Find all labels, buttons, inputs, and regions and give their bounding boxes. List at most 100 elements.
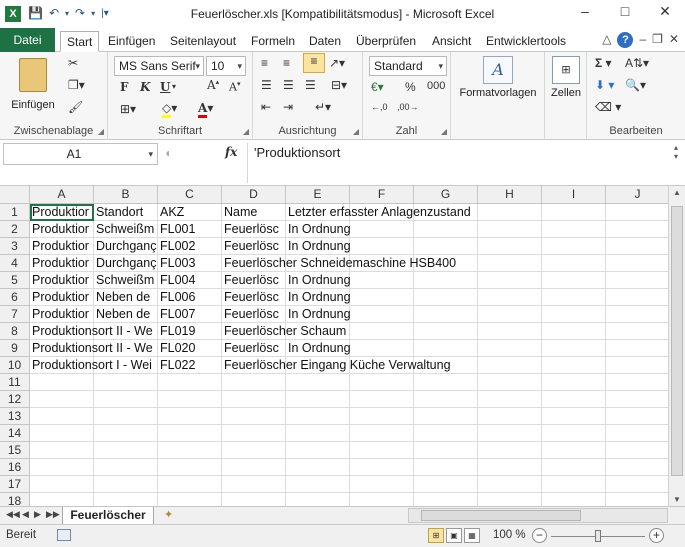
bold-icon[interactable]: F — [120, 80, 129, 94]
grow-font-icon[interactable]: A▴ — [207, 78, 219, 92]
cell-g6[interactable] — [414, 289, 478, 306]
cell-c2[interactable]: FL001 — [158, 221, 222, 238]
cell-h2[interactable] — [478, 221, 542, 238]
cell-b17[interactable] — [94, 476, 158, 493]
cell-c4[interactable]: FL003 — [158, 255, 222, 272]
chevron-down-icon[interactable]: ▾ — [148, 144, 153, 164]
tab-datei[interactable]: Datei — [0, 28, 55, 52]
cell-i4[interactable] — [542, 255, 606, 272]
cell-c7[interactable]: FL007 — [158, 306, 222, 323]
cell-i15[interactable] — [542, 442, 606, 459]
normal-view-icon[interactable]: ⊞ — [428, 528, 444, 543]
cell-b16[interactable] — [94, 459, 158, 476]
cell-d1[interactable]: Name — [222, 204, 286, 221]
column-header-j[interactable]: J — [606, 186, 668, 204]
column-header-b[interactable]: B — [94, 186, 158, 204]
cell-i8[interactable] — [542, 323, 606, 340]
format-painter-icon[interactable]: 🖌 — [68, 100, 83, 114]
cell-h7[interactable] — [478, 306, 542, 323]
cell-g9[interactable] — [414, 340, 478, 357]
font-color-icon[interactable]: A▾ — [198, 101, 213, 118]
row-header[interactable]: 18 — [0, 493, 30, 506]
row-header[interactable]: 14 — [0, 425, 30, 442]
select-all-corner[interactable] — [0, 186, 30, 204]
clear-icon[interactable]: ⌫ ▾ — [595, 100, 621, 114]
cell-a8[interactable]: Produktionsort II - We — [30, 323, 153, 340]
column-header-g[interactable]: G — [414, 186, 478, 204]
vertical-scroll-thumb[interactable] — [671, 206, 683, 476]
cell-g18[interactable] — [414, 493, 478, 506]
cut-icon[interactable]: ✂ — [68, 56, 78, 70]
cell-e17[interactable] — [286, 476, 350, 493]
cell-c11[interactable] — [158, 374, 222, 391]
doc-minimize-icon[interactable]: – — [639, 32, 646, 48]
cell-f3[interactable] — [350, 238, 414, 255]
italic-icon[interactable]: K — [140, 80, 150, 94]
cell-c5[interactable]: FL004 — [158, 272, 222, 289]
increase-decimal-icon[interactable]: ←,0 — [371, 102, 388, 112]
align-middle-icon[interactable]: ≡ — [283, 56, 290, 70]
horizontal-scrollbar[interactable] — [408, 508, 668, 523]
cell-a14[interactable] — [30, 425, 94, 442]
zoom-level[interactable]: 100 % — [493, 529, 526, 541]
column-header-e[interactable]: E — [286, 186, 350, 204]
cell-f6[interactable] — [350, 289, 414, 306]
row-header[interactable]: 10 — [0, 357, 30, 374]
cell-d11[interactable] — [222, 374, 286, 391]
cell-a17[interactable] — [30, 476, 94, 493]
thousands-separator-icon[interactable]: 000 — [427, 80, 445, 92]
cell-b7[interactable]: Neben de — [94, 306, 158, 323]
cell-d13[interactable] — [222, 408, 286, 425]
cell-b13[interactable] — [94, 408, 158, 425]
doc-close-icon[interactable]: ✕ — [669, 32, 679, 48]
cell-d16[interactable] — [222, 459, 286, 476]
column-header-h[interactable]: H — [478, 186, 542, 204]
close-icon[interactable]: ✕ — [645, 0, 685, 24]
borders-icon[interactable]: ⊞▾ — [120, 102, 136, 116]
cell-j15[interactable] — [606, 442, 668, 459]
cell-e11[interactable] — [286, 374, 350, 391]
cell-c9[interactable]: FL020 — [158, 340, 222, 357]
cell-e2[interactable]: In Ordnung — [286, 221, 351, 238]
cell-a15[interactable] — [30, 442, 94, 459]
cell-f13[interactable] — [350, 408, 414, 425]
cell-h16[interactable] — [478, 459, 542, 476]
number-format-combo[interactable]: Standard ▾ — [369, 56, 447, 76]
cell-j1[interactable] — [606, 204, 668, 221]
cell-g16[interactable] — [414, 459, 478, 476]
cell-j5[interactable] — [606, 272, 668, 289]
align-bottom-icon[interactable]: ≡ — [303, 53, 325, 73]
wrap-text-icon[interactable]: ↵▾ — [315, 100, 331, 114]
clipboard-launcher-icon[interactable]: ◢ — [98, 127, 104, 136]
column-header-c[interactable]: C — [158, 186, 222, 204]
cell-c13[interactable] — [158, 408, 222, 425]
maximize-icon[interactable]: □ — [605, 0, 645, 24]
cell-f12[interactable] — [350, 391, 414, 408]
cell-h13[interactable] — [478, 408, 542, 425]
tab-seitenlayout[interactable]: Seitenlayout — [164, 31, 242, 52]
cell-j13[interactable] — [606, 408, 668, 425]
cell-e16[interactable] — [286, 459, 350, 476]
cell-g14[interactable] — [414, 425, 478, 442]
align-right-icon[interactable]: ☰ — [305, 78, 316, 92]
tab-ansicht[interactable]: Ansicht — [426, 31, 477, 52]
cell-h6[interactable] — [478, 289, 542, 306]
column-header-f[interactable]: F — [350, 186, 414, 204]
cell-g5[interactable] — [414, 272, 478, 289]
cell-i18[interactable] — [542, 493, 606, 506]
cell-e5[interactable]: In Ordnung — [286, 272, 351, 289]
insert-sheet-icon[interactable]: ✦ — [164, 508, 173, 521]
shrink-font-icon[interactable]: A▾ — [229, 80, 240, 94]
cell-h12[interactable] — [478, 391, 542, 408]
cell-d7[interactable]: Feuerlösc — [222, 306, 286, 323]
cell-a5[interactable]: Produktior — [30, 272, 94, 289]
formula-expand-icon[interactable]: ▴ ▾ — [670, 143, 682, 181]
cell-g2[interactable] — [414, 221, 478, 238]
autosum-icon[interactable]: Σ ▾ — [595, 56, 612, 70]
cell-a3[interactable]: Produktior — [30, 238, 94, 255]
cell-a12[interactable] — [30, 391, 94, 408]
cell-d17[interactable] — [222, 476, 286, 493]
cell-g7[interactable] — [414, 306, 478, 323]
cell-h18[interactable] — [478, 493, 542, 506]
tab-ueberpruefen[interactable]: Überprüfen — [350, 31, 422, 52]
